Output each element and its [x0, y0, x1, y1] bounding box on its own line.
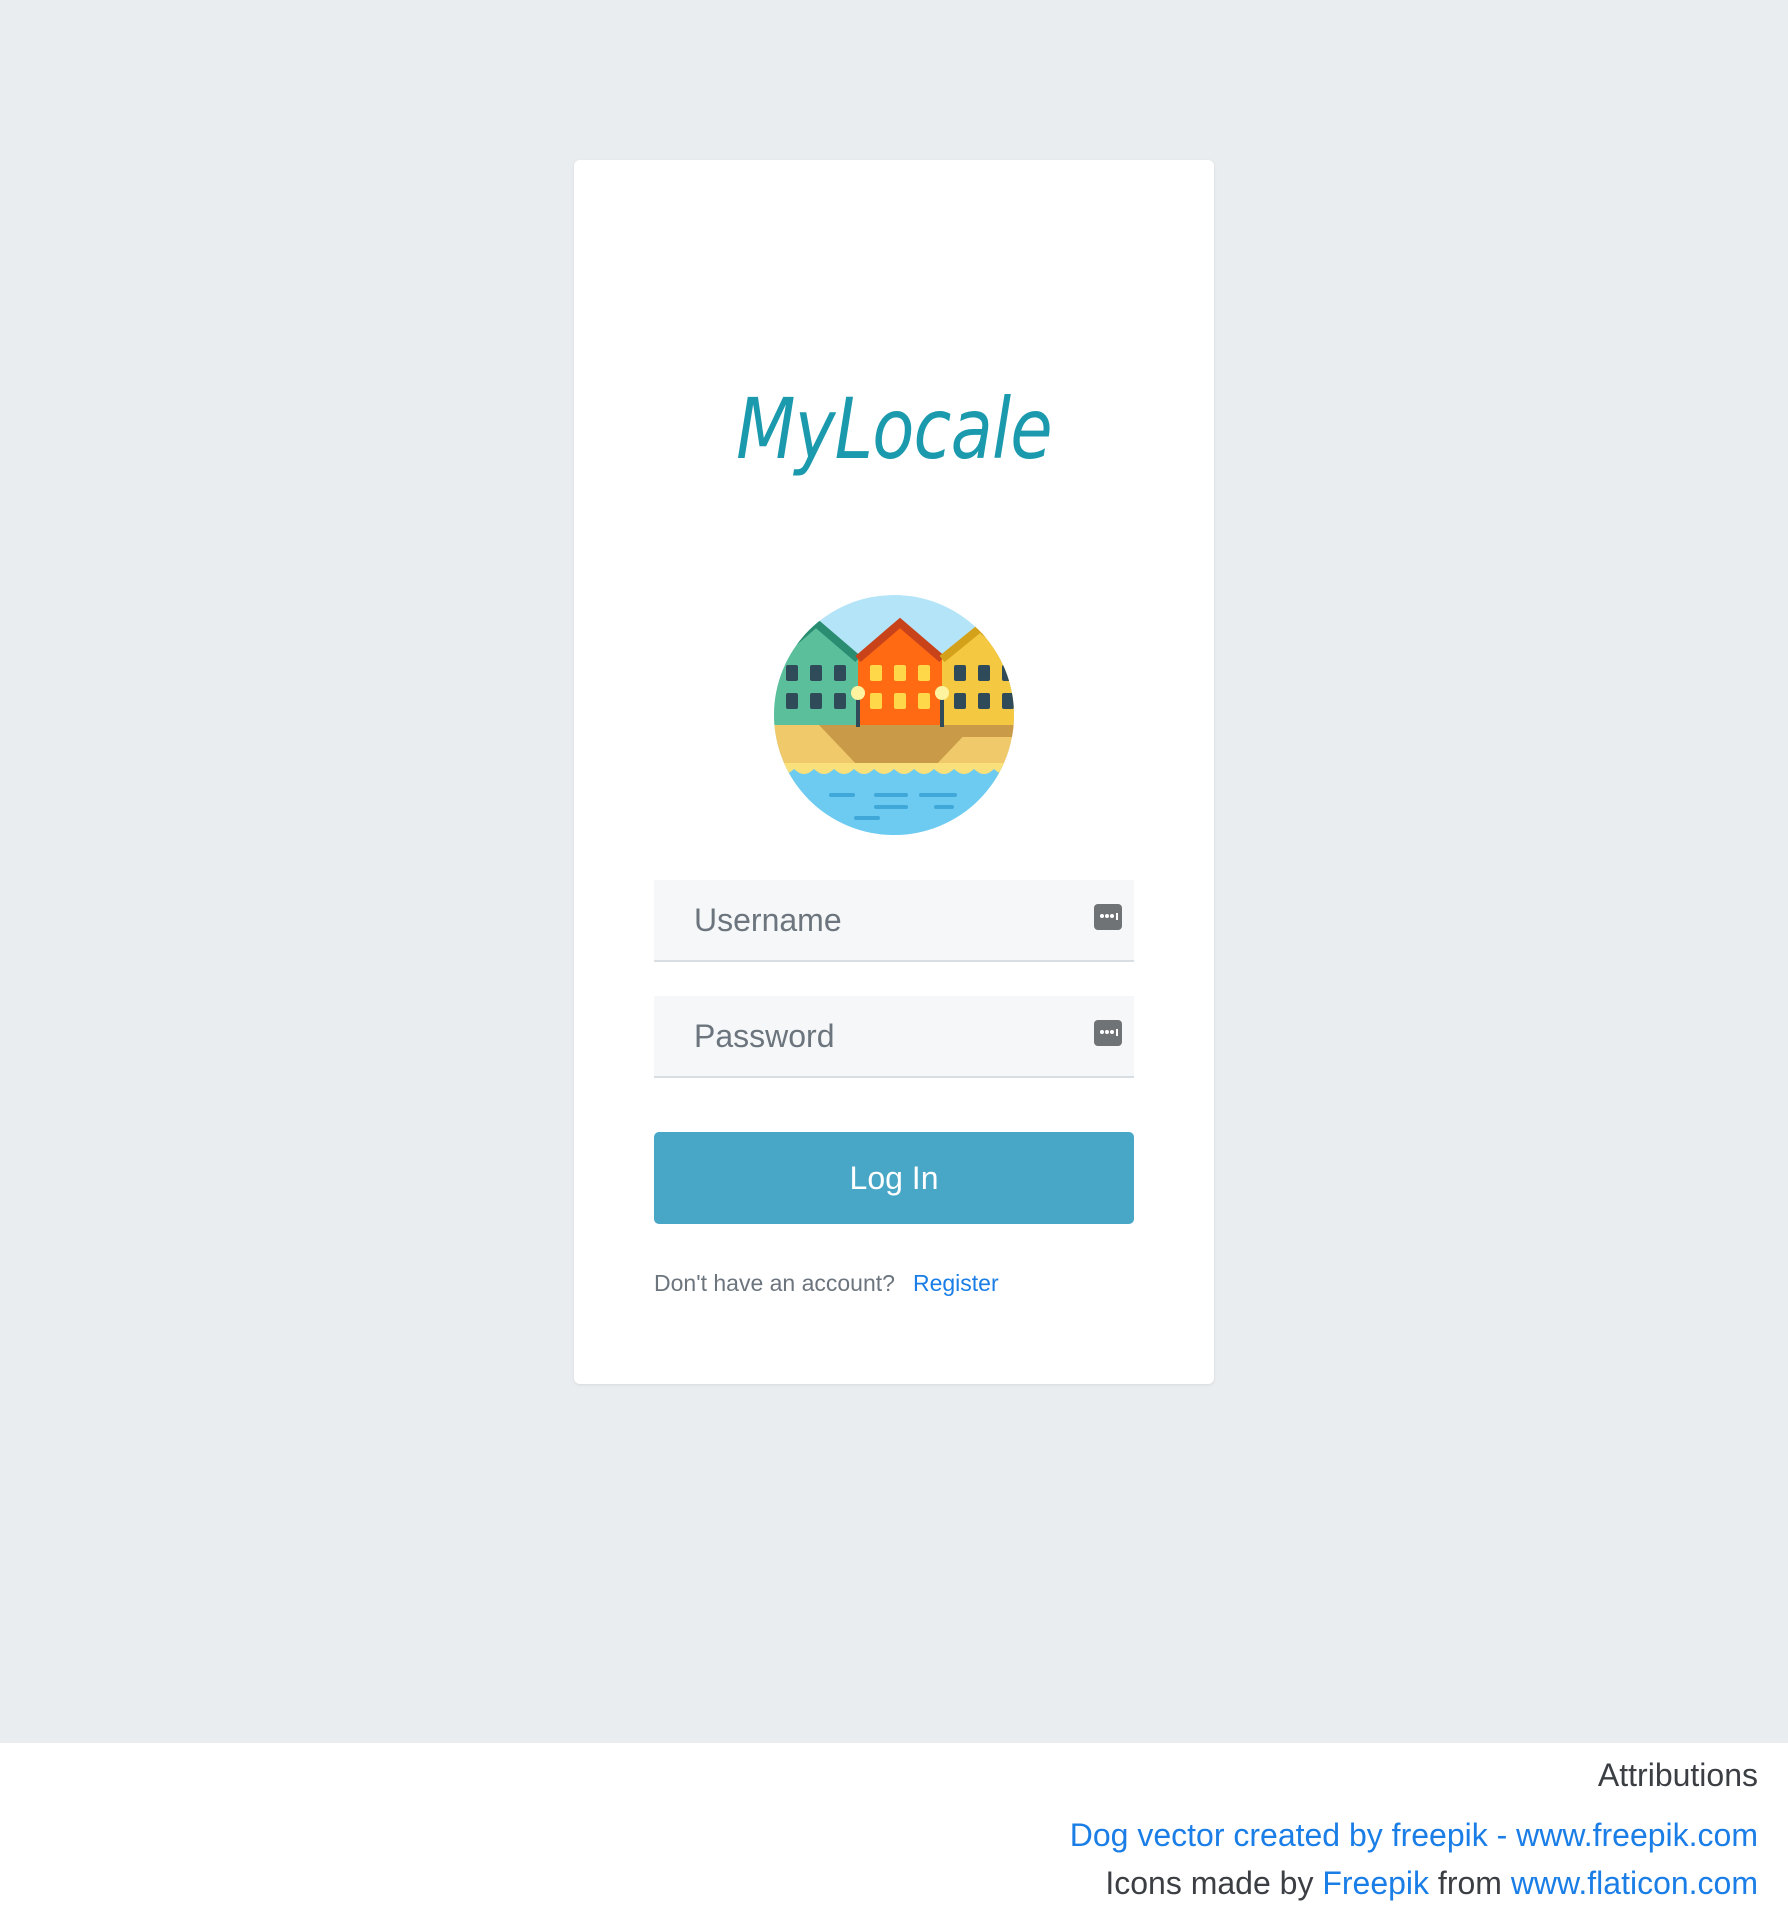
icons-prefix: Icons made by	[1105, 1865, 1314, 1901]
footer: Attributions Dog vector created by freep…	[0, 1743, 1788, 1914]
username-input[interactable]	[654, 880, 1134, 960]
dog-vector-link[interactable]: Dog vector created by freepik - www.free…	[1070, 1817, 1758, 1853]
password-input[interactable]	[654, 996, 1134, 1076]
register-row: Don't have an account? Register	[654, 1270, 999, 1297]
password-field[interactable]	[654, 996, 1134, 1078]
flaticon-link[interactable]: www.flaticon.com	[1511, 1865, 1758, 1901]
keyboard-icon[interactable]	[1094, 904, 1122, 930]
register-prompt: Don't have an account?	[654, 1270, 895, 1296]
register-link[interactable]: Register	[913, 1270, 999, 1296]
harbor-houses-icon	[774, 595, 1014, 835]
login-button[interactable]: Log In	[654, 1132, 1134, 1224]
icons-attribution: Icons made by Freepik from www.flaticon.…	[1105, 1865, 1758, 1902]
dog-vector-attribution: Dog vector created by freepik - www.free…	[1070, 1817, 1758, 1854]
brand-title: MyLocale	[736, 380, 1053, 478]
attributions-title: Attributions	[1597, 1757, 1758, 1793]
keyboard-icon[interactable]	[1094, 1020, 1122, 1046]
main-area: MyLocale Username Log In Don't have an a…	[0, 0, 1788, 1743]
icons-middle: from	[1437, 1865, 1502, 1901]
freepik-link[interactable]: Freepik	[1322, 1865, 1429, 1901]
username-field[interactable]	[654, 880, 1134, 962]
